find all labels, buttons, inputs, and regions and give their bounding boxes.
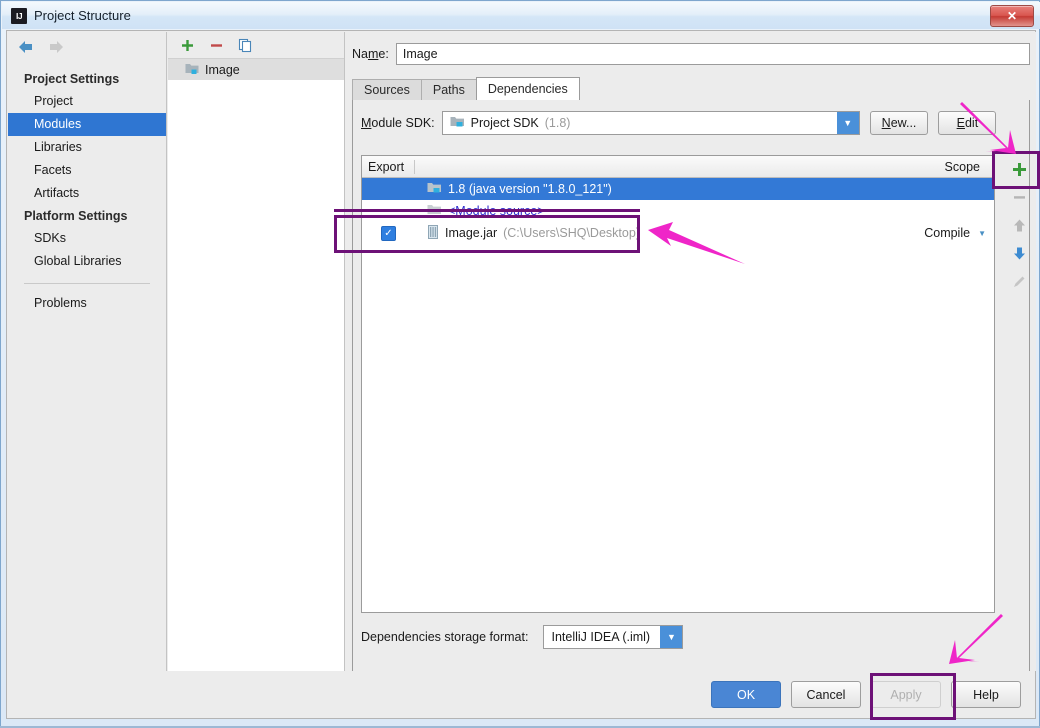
- intellij-idea-icon: IJ: [11, 7, 27, 24]
- name-input[interactable]: Image: [395, 43, 1030, 65]
- project-structure-window: IJ Project Structure ✕ Project Settings: [0, 0, 1040, 728]
- sidebar-group-platform-settings: Platform Settings: [24, 209, 128, 223]
- export-checkbox[interactable]: ✓: [381, 225, 396, 241]
- jar-icon: [427, 224, 439, 242]
- sidebar-item-libraries[interactable]: Libraries: [8, 136, 166, 159]
- module-tree-body: Image: [168, 58, 344, 693]
- client-area: Project Settings Project Modules Librari…: [6, 30, 1036, 695]
- module-tree-toolbar: [168, 32, 344, 58]
- sidebar-nav: [8, 32, 166, 62]
- sidebar-item-problems[interactable]: Problems: [8, 292, 166, 315]
- dependency-name: Image.jar: [445, 226, 498, 240]
- edit-sdk-button[interactable]: Edit: [938, 111, 997, 135]
- tab-dependencies[interactable]: Dependencies: [475, 77, 580, 100]
- settings-sidebar: Project Settings Project Modules Librari…: [8, 32, 167, 693]
- sidebar-group-project-settings: Project Settings: [24, 72, 120, 86]
- sidebar-item-facets[interactable]: Facets: [8, 159, 166, 182]
- storage-format-label: Dependencies storage format:: [361, 630, 529, 644]
- window-title: Project Structure: [34, 8, 131, 23]
- export-checkbox-cell[interactable]: ✓: [362, 225, 415, 241]
- scope-value: Compile: [924, 226, 971, 240]
- module-sdk-row: Module SDK: Project SDK (1.8) ▼ N ew... …: [353, 100, 1029, 138]
- chevron-down-icon[interactable]: ▼: [660, 626, 683, 648]
- dependency-name: <Module source>: [448, 204, 545, 218]
- table-row[interactable]: 1.8 (java version "1.8.0_121"): [362, 178, 994, 200]
- title-bar: IJ Project Structure ✕: [2, 2, 1040, 29]
- module-sdk-version: (1.8): [544, 116, 571, 130]
- sdk-icon: [450, 115, 465, 131]
- cancel-button[interactable]: Cancel: [791, 681, 861, 708]
- storage-format-combo[interactable]: IntelliJ IDEA (.iml) ▼: [543, 625, 684, 649]
- sidebar-item-sdks[interactable]: SDKs: [8, 227, 166, 250]
- move-down-button[interactable]: [1003, 239, 1036, 267]
- sidebar-list: Project Settings Project Modules Librari…: [8, 68, 166, 315]
- apply-button[interactable]: Apply: [871, 681, 941, 708]
- storage-format-value: IntelliJ IDEA (.iml): [551, 630, 651, 644]
- sidebar-item-project[interactable]: Project: [8, 90, 166, 113]
- module-sdk-name: Project SDK: [470, 116, 539, 130]
- module-sdk-combo[interactable]: Project SDK (1.8) ▼: [441, 111, 860, 135]
- edit-pencil-icon[interactable]: [1003, 267, 1036, 295]
- name-label: Name:: [352, 47, 389, 61]
- dependency-name-cell: Image.jar (C:\Users\SHQ\Desktop): [415, 224, 899, 242]
- module-sdk-label: Module SDK:: [361, 116, 435, 130]
- dependency-name: 1.8 (java version "1.8.0_121"): [448, 182, 612, 196]
- close-button[interactable]: ✕: [990, 5, 1034, 27]
- module-content-panel: Name: Image Sources Paths Dependencies M…: [346, 32, 1036, 695]
- name-row: Name: Image: [346, 32, 1036, 70]
- dependencies-tab-page: Module SDK: Project SDK (1.8) ▼ N ew... …: [352, 100, 1030, 695]
- dependency-path: (C:\Users\SHQ\Desktop): [503, 226, 640, 240]
- dependency-name-cell: 1.8 (java version "1.8.0_121"): [415, 181, 899, 197]
- module-folder-icon: [185, 62, 199, 78]
- module-sdk-value: Project SDK (1.8): [443, 115, 571, 131]
- dependency-scope-cell[interactable]: Compile ▼: [899, 226, 994, 240]
- dependencies-toolbar: [1003, 155, 1036, 295]
- chevron-down-icon[interactable]: ▼: [978, 229, 986, 238]
- dialog-footer: OK Cancel Apply Help: [6, 671, 1036, 719]
- remove-dependency-button[interactable]: [1003, 183, 1036, 211]
- sdk-icon: [427, 181, 442, 197]
- add-dependency-button[interactable]: [1003, 155, 1036, 183]
- remove-module-icon[interactable]: [208, 37, 224, 53]
- add-module-icon[interactable]: [179, 37, 195, 53]
- table-header: Export Scope: [362, 156, 994, 178]
- chevron-down-icon[interactable]: ▼: [836, 112, 859, 134]
- tab-paths[interactable]: Paths: [420, 79, 477, 100]
- tree-item-image[interactable]: Image: [168, 59, 344, 80]
- move-up-button[interactable]: [1003, 211, 1036, 239]
- sidebar-item-modules[interactable]: Modules: [8, 113, 166, 136]
- ok-button[interactable]: OK: [711, 681, 781, 708]
- column-header-scope[interactable]: Scope: [899, 160, 994, 174]
- window-frame: IJ Project Structure ✕ Project Settings: [0, 0, 1040, 728]
- dependencies-table: Export Scope 1.8 (java version "1.8.0_12…: [361, 155, 995, 613]
- sidebar-item-artifacts[interactable]: Artifacts: [8, 182, 166, 205]
- table-row[interactable]: ✓ Image.jar (C:\Users\SHQ\Desktop) Compi…: [362, 222, 994, 244]
- tree-item-label: Image: [205, 62, 240, 77]
- copy-module-icon[interactable]: [237, 37, 253, 53]
- module-tabs: Sources Paths Dependencies: [352, 77, 1036, 100]
- new-sdk-button[interactable]: New...: [869, 111, 929, 135]
- tab-sources[interactable]: Sources: [352, 79, 422, 100]
- storage-format-row: Dependencies storage format: IntelliJ ID…: [361, 625, 684, 649]
- back-arrow-icon[interactable]: [16, 39, 36, 56]
- dependency-name-cell: <Module source>: [415, 203, 899, 219]
- forward-arrow-icon[interactable]: [46, 39, 66, 56]
- sidebar-divider: [24, 283, 150, 284]
- source-folder-icon: [427, 203, 442, 219]
- table-row[interactable]: <Module source>: [362, 200, 994, 222]
- column-header-export[interactable]: Export: [362, 159, 415, 174]
- help-button[interactable]: Help: [951, 681, 1021, 708]
- module-tree-panel: Image: [168, 32, 345, 693]
- footer-buttons: OK Cancel Apply Help: [711, 681, 1021, 708]
- sidebar-item-global-libraries[interactable]: Global Libraries: [8, 250, 166, 273]
